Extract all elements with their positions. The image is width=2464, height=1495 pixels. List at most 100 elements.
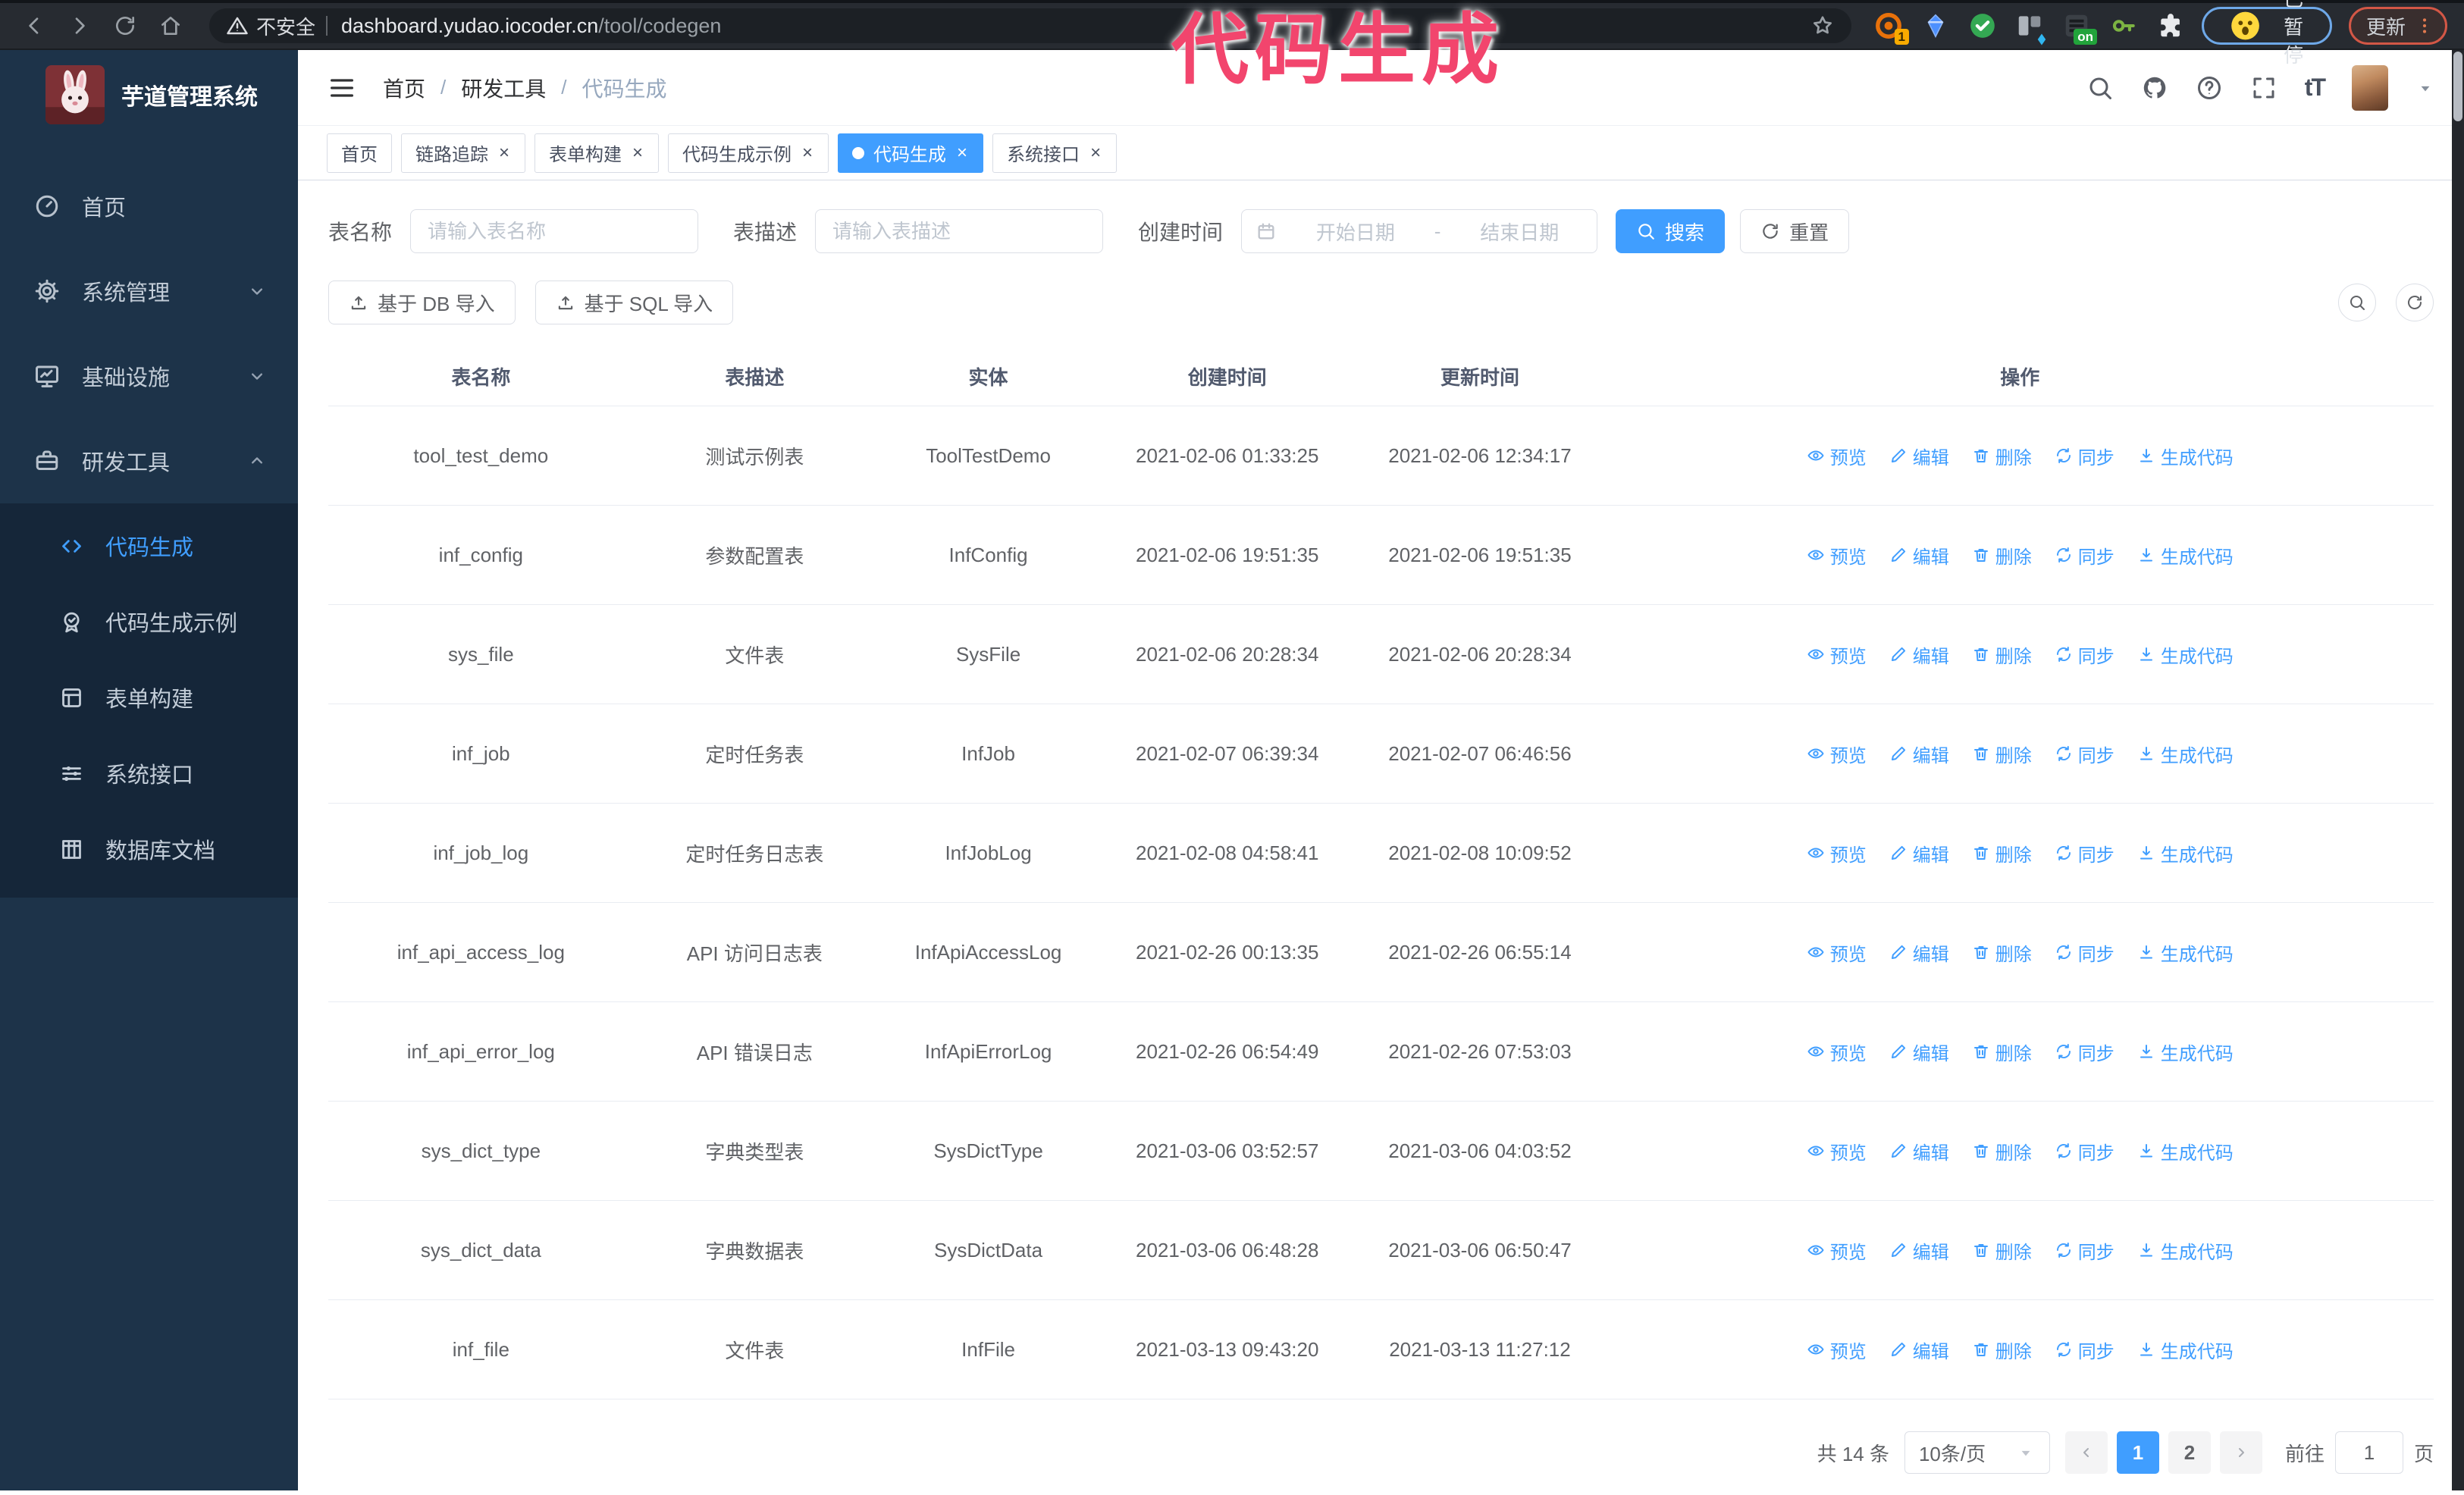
date-range-picker[interactable]: 开始日期 - 结束日期 <box>1241 209 1598 253</box>
toggle-search-button[interactable] <box>2338 284 2376 321</box>
action-preview[interactable]: 预览 <box>1807 1337 1867 1363</box>
extension-icon-panels[interactable] <box>2015 11 2046 45</box>
breadcrumb-item-home[interactable]: 首页 <box>383 73 425 103</box>
tab-home[interactable]: 首页 <box>327 133 392 173</box>
action-preview[interactable]: 预览 <box>1807 1039 1867 1065</box>
sidebar-item-codegen[interactable]: 代码生成 <box>0 508 298 584</box>
extension-icon-shield-check[interactable] <box>1968 11 1997 40</box>
action-generate-code[interactable]: 生成代码 <box>2137 1337 2234 1363</box>
action-delete[interactable]: 删除 <box>1972 641 2032 668</box>
user-avatar[interactable] <box>2352 64 2388 111</box>
search-button[interactable]: 搜索 <box>1616 209 1726 253</box>
sidebar-item-db-doc[interactable]: 数据库文档 <box>0 811 298 887</box>
action-sync[interactable]: 同步 <box>2055 641 2114 668</box>
tab-close-icon[interactable]: × <box>497 143 511 164</box>
action-sync[interactable]: 同步 <box>2055 1337 2114 1363</box>
bookmark-star-icon[interactable] <box>1810 14 1835 38</box>
address-bar[interactable]: 不安全 dashboard.yudao.iocoder.cn/tool/code… <box>209 8 1851 43</box>
not-secure-label[interactable]: 不安全 <box>256 12 315 40</box>
tab-close-icon[interactable]: × <box>955 143 969 164</box>
reset-button[interactable]: 重置 <box>1740 209 1850 253</box>
end-date-placeholder[interactable]: 结束日期 <box>1456 218 1583 246</box>
import-db-button[interactable]: 基于 DB 导入 <box>328 281 516 324</box>
browser-update-chip[interactable]: 更新 <box>2348 7 2447 45</box>
start-date-placeholder[interactable]: 开始日期 <box>1292 218 1419 246</box>
url-text[interactable]: dashboard.yudao.iocoder.cn/tool/codegen <box>341 14 721 38</box>
refresh-table-button[interactable] <box>2396 284 2434 321</box>
action-delete[interactable]: 删除 <box>1972 542 2032 569</box>
action-generate-code[interactable]: 生成代码 <box>2137 1039 2234 1065</box>
profile-paused-chip[interactable]: 已暂停 <box>2201 0 2332 67</box>
import-sql-button[interactable]: 基于 SQL 导入 <box>534 281 734 324</box>
action-preview[interactable]: 预览 <box>1807 840 1867 867</box>
action-delete[interactable]: 删除 <box>1972 840 2032 867</box>
sidebar-logo-row[interactable]: 芋道管理系统 <box>0 50 298 139</box>
action-preview[interactable]: 预览 <box>1807 1237 1867 1264</box>
tab-close-icon[interactable]: × <box>801 143 814 164</box>
action-edit[interactable]: 编辑 <box>1889 939 1949 966</box>
next-page-button[interactable] <box>2219 1431 2262 1474</box>
action-sync[interactable]: 同步 <box>2055 840 2114 867</box>
action-sync[interactable]: 同步 <box>2055 1237 2114 1264</box>
action-generate-code[interactable]: 生成代码 <box>2137 641 2234 668</box>
browser-forward-button[interactable] <box>62 8 97 43</box>
action-generate-code[interactable]: 生成代码 <box>2137 1138 2234 1164</box>
goto-page-input[interactable] <box>2334 1431 2403 1474</box>
tab-form-builder[interactable]: 表单构建 × <box>534 133 660 173</box>
extension-icon-key[interactable] <box>2109 11 2138 40</box>
avatar-caret-down-icon[interactable] <box>2415 78 2435 98</box>
table-name-input[interactable] <box>410 209 699 253</box>
extension-icon-gem[interactable] <box>1921 11 1950 40</box>
action-sync[interactable]: 同步 <box>2055 939 2114 966</box>
action-edit[interactable]: 编辑 <box>1889 1138 1949 1164</box>
action-generate-code[interactable]: 生成代码 <box>2137 1237 2234 1264</box>
prev-page-button[interactable] <box>2064 1431 2108 1474</box>
tab-close-icon[interactable]: × <box>1089 143 1102 164</box>
help-icon[interactable] <box>2196 74 2223 102</box>
browser-back-button[interactable] <box>17 8 52 43</box>
table-desc-input[interactable] <box>815 209 1104 253</box>
action-edit[interactable]: 编辑 <box>1889 840 1949 867</box>
sidebar-item-infra[interactable]: 基础设施 <box>0 334 298 418</box>
action-generate-code[interactable]: 生成代码 <box>2137 741 2234 767</box>
tab-system-api[interactable]: 系统接口 × <box>992 133 1118 173</box>
action-delete[interactable]: 删除 <box>1972 741 2032 767</box>
sidebar-item-codegen-example[interactable]: 代码生成示例 <box>0 584 298 660</box>
action-sync[interactable]: 同步 <box>2055 443 2114 469</box>
action-edit[interactable]: 编辑 <box>1889 542 1949 569</box>
extension-icon-dark-box[interactable]: on <box>2062 11 2097 45</box>
action-sync[interactable]: 同步 <box>2055 1138 2114 1164</box>
action-delete[interactable]: 删除 <box>1972 1039 2032 1065</box>
scrollbar-thumb[interactable] <box>2453 52 2462 121</box>
action-edit[interactable]: 编辑 <box>1889 641 1949 668</box>
action-preview[interactable]: 预览 <box>1807 741 1867 767</box>
action-preview[interactable]: 预览 <box>1807 542 1867 569</box>
sidebar-item-system-api[interactable]: 系统接口 <box>0 735 298 811</box>
header-search-icon[interactable] <box>2086 74 2114 102</box>
browser-reload-button[interactable] <box>108 8 143 43</box>
page-button-1[interactable]: 1 <box>2116 1431 2159 1474</box>
breadcrumb-item-devtools[interactable]: 研发工具 <box>461 73 546 103</box>
sidebar-item-home[interactable]: 首页 <box>0 164 298 249</box>
github-icon[interactable] <box>2141 74 2168 102</box>
action-edit[interactable]: 编辑 <box>1889 741 1949 767</box>
sidebar-item-devtools[interactable]: 研发工具 <box>0 418 298 503</box>
action-delete[interactable]: 删除 <box>1972 1237 2032 1264</box>
tab-close-icon[interactable]: × <box>631 143 644 164</box>
action-generate-code[interactable]: 生成代码 <box>2137 939 2234 966</box>
page-button-2[interactable]: 2 <box>2168 1431 2211 1474</box>
tab-codegen-example[interactable]: 代码生成示例 × <box>668 133 829 173</box>
tab-codegen[interactable]: 代码生成 × <box>838 133 984 173</box>
sidebar-toggle-icon[interactable] <box>327 73 357 103</box>
action-sync[interactable]: 同步 <box>2055 741 2114 767</box>
action-preview[interactable]: 预览 <box>1807 641 1867 668</box>
action-generate-code[interactable]: 生成代码 <box>2137 840 2234 867</box>
action-sync[interactable]: 同步 <box>2055 1039 2114 1065</box>
action-delete[interactable]: 删除 <box>1972 443 2032 469</box>
action-preview[interactable]: 预览 <box>1807 939 1867 966</box>
sidebar-item-form-builder[interactable]: 表单构建 <box>0 660 298 735</box>
action-preview[interactable]: 预览 <box>1807 1138 1867 1164</box>
action-edit[interactable]: 编辑 <box>1889 1039 1949 1065</box>
action-delete[interactable]: 删除 <box>1972 1337 2032 1363</box>
browser-home-button[interactable] <box>153 8 188 43</box>
